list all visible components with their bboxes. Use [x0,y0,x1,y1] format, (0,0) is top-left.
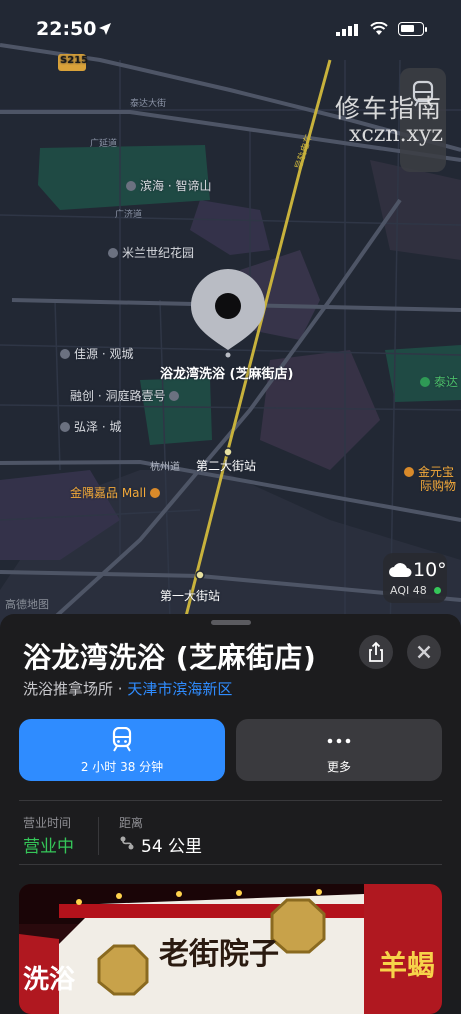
cellular-signal-icon [336,24,358,36]
photo-sign-right: 羊蝎 [379,949,436,982]
ellipsis-icon [327,738,351,744]
aqi-status-dot [434,587,441,594]
directions-label: 2 小时 38 分钟 [80,760,164,774]
street-label: 广济道 [115,210,143,220]
park-icon [420,377,430,387]
place-photo[interactable]: 洗浴 老街院子 羊蝎 [19,884,442,1014]
watermark-line1: 修车指南 [334,94,443,123]
place-title: 浴龙湾洗浴 (芝麻街店) [23,641,317,674]
poi-rongchuang[interactable]: 融创 · 洞庭路壹号 [70,387,183,404]
shopping-icon [150,488,161,498]
place-location-link[interactable]: 天津市滨海新区 [127,680,232,698]
station-label-2nd[interactable]: 第二大街站 [196,457,256,474]
divider [19,864,442,865]
weather-temperature: 10° [413,559,447,581]
map-attribution[interactable]: 高德地图 [5,596,49,612]
place-category: 洗浴推拿场所 [23,680,114,698]
close-icon [417,645,431,659]
status-bar: 22:50 [0,0,461,60]
building-icon [126,181,136,191]
poi-jinyuanbao-line2: 际购物 [420,479,457,493]
info-separator [98,817,99,855]
route-icon [120,836,134,850]
weather-aqi: AQI 48 [390,584,427,597]
building-icon [169,391,180,401]
building-icon [60,349,70,359]
building-icon [108,248,118,258]
pin-label[interactable]: 浴龙湾洗浴 (芝麻街店) [160,363,293,382]
status-time: 22:50 [36,18,97,40]
poi-hongze[interactable]: 弘泽 · 城 [60,418,121,435]
location-arrow-icon [99,23,111,35]
watermark-line2: xczn.xyz [349,121,443,147]
share-button[interactable] [359,635,393,669]
weather-widget[interactable]: 10° AQI 48 [383,553,447,603]
building-icon [60,422,70,432]
shopping-icon [404,467,414,477]
hours-status[interactable]: 营业中 [23,832,74,857]
train-icon [112,727,132,752]
subtitle-separator: · [117,680,123,698]
poi-milan[interactable]: 米兰世纪花园 [108,244,194,261]
street-label: 泰达大街 [130,99,167,109]
divider [19,800,442,801]
hours-caption: 营业时间 [23,816,72,830]
share-icon [369,641,383,662]
street-label-hangzhou: 杭州道 [150,462,180,473]
photo-sign-left: 洗浴 [23,965,76,995]
distance-value: 54 公里 [141,837,203,857]
distance-caption: 距离 [119,816,144,830]
more-button[interactable]: 更多 [236,719,442,781]
battery-cap [425,27,427,32]
street-label: 广延道 [90,139,118,149]
poi-taida[interactable]: 泰达 [420,373,458,390]
place-card: 浴龙湾洗浴 (芝麻街店) 洗浴推拿场所 · 天津市滨海新区 2 小时 38 分钟 [0,614,461,1014]
cloud-icon [389,563,412,577]
watermark: 修车指南 xczn.xyz [335,95,443,147]
poi-binhai-zhidishan[interactable]: 滨海 · 智谛山 [126,177,211,194]
directions-button[interactable]: 2 小时 38 分钟 [19,719,225,781]
sheet-grabber[interactable] [211,620,251,625]
place-subtitle: 洗浴推拿场所 · 天津市滨海新区 [23,678,232,699]
station-label-1st[interactable]: 第一大街站 [160,587,220,604]
photo-sign-center: 老街院子 [159,937,279,972]
poi-jinyu-mall[interactable]: 金隅嘉品 Mall [70,484,164,501]
battery-icon [398,22,424,36]
close-button[interactable] [407,635,441,669]
more-label: 更多 [326,760,351,774]
wifi-icon [370,22,388,35]
poi-jiayuan[interactable]: 佳源 · 观城 [60,345,133,362]
